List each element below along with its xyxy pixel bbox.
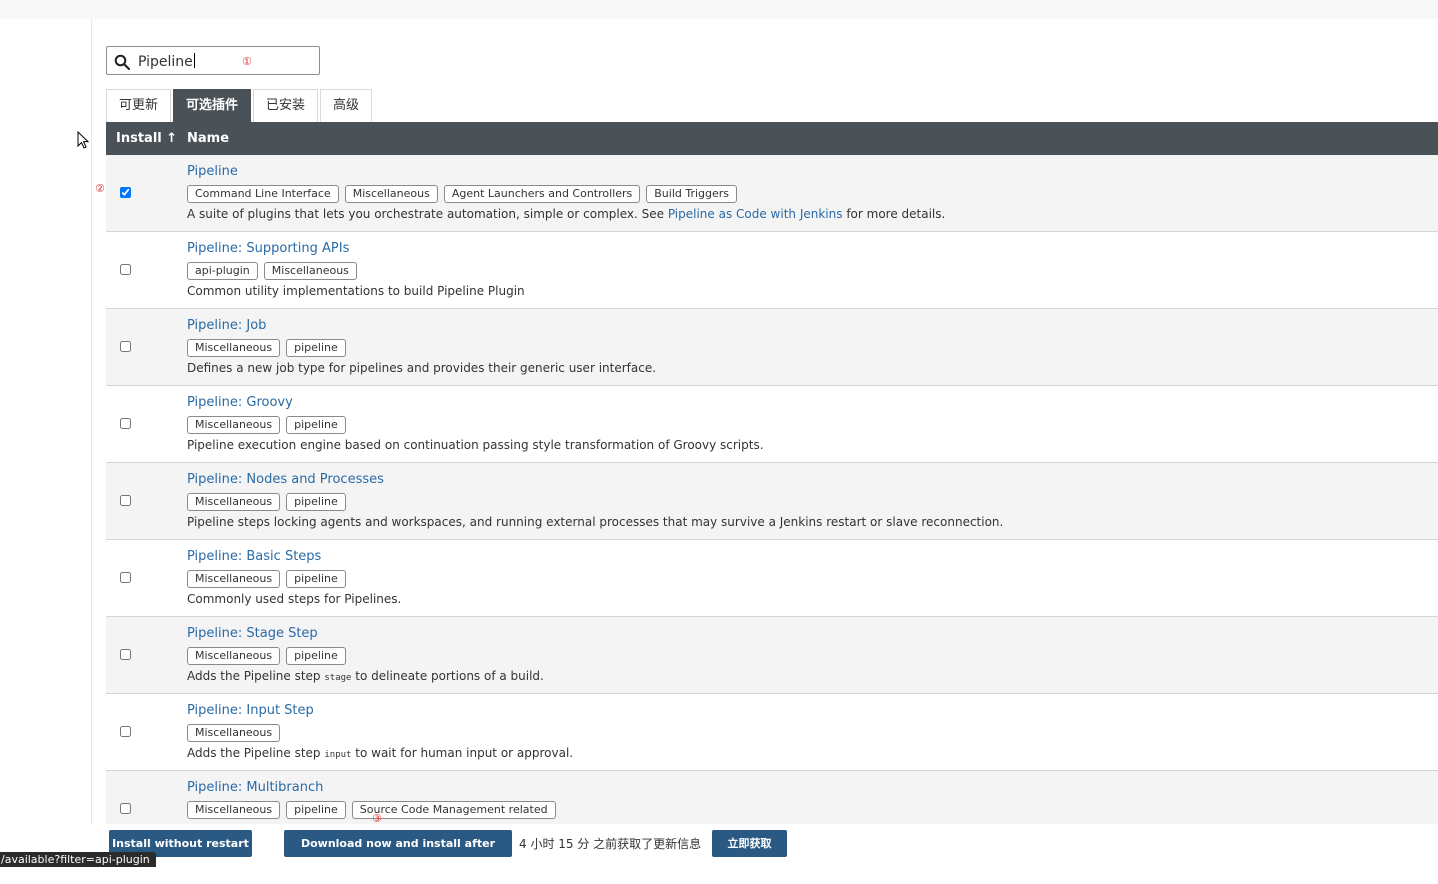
plugin-name-link[interactable]: Pipeline: Multibranch <box>187 780 323 795</box>
text-caret <box>193 53 195 68</box>
plugin-table-header: Install ↑ Name <box>106 122 1438 155</box>
install-column-header[interactable]: Install ↑ <box>116 131 177 146</box>
category-tag[interactable]: pipeline <box>286 339 346 357</box>
plugin-search-box[interactable]: Pipeline <box>106 46 320 75</box>
search-input[interactable]: Pipeline <box>138 53 195 70</box>
plugin-name-link[interactable]: Pipeline: Groovy <box>187 395 293 410</box>
category-tag[interactable]: Miscellaneous <box>263 262 357 280</box>
tab-installed[interactable]: 已安装 <box>253 89 319 122</box>
pipeline-as-code-link[interactable]: Pipeline as Code with Jenkins <box>668 207 843 221</box>
search-icon <box>114 54 130 70</box>
download-install-after-restart-button[interactable]: Download now and install after restart <box>284 830 512 877</box>
mouse-pointer-icon <box>77 131 89 149</box>
annotation-marker-2: ② <box>95 182 105 195</box>
category-tag[interactable]: Source Code Management related <box>351 801 556 819</box>
update-info-text: 4 小时 15 分 之前获取了更新信息 <box>519 837 702 851</box>
install-checkbox[interactable] <box>120 495 131 506</box>
table-row: Pipeline: Stage Step Miscellaneous pipel… <box>106 617 1438 694</box>
category-tag[interactable]: Miscellaneous <box>187 570 281 588</box>
tab-available[interactable]: 可选插件 <box>173 89 252 122</box>
tab-updates[interactable]: 可更新 <box>106 89 172 122</box>
category-tag[interactable]: Build Triggers <box>646 185 738 203</box>
annotation-marker-3: ③ <box>372 812 382 825</box>
plugin-tags: Miscellaneous <box>187 724 286 742</box>
plugin-tags: Miscellaneous pipeline <box>187 647 352 665</box>
install-checkbox[interactable] <box>120 418 131 429</box>
plugin-name-link[interactable]: Pipeline <box>187 164 238 179</box>
install-checkbox[interactable] <box>120 264 131 275</box>
category-tag[interactable]: Miscellaneous <box>187 724 281 742</box>
table-row: Pipeline: Groovy Miscellaneous pipeline … <box>106 386 1438 463</box>
plugin-description: Adds the Pipeline step input to wait for… <box>187 746 574 760</box>
plugin-description: Common utility implementations to build … <box>187 284 525 298</box>
install-checkbox[interactable] <box>120 572 131 583</box>
category-tag[interactable]: Command Line Interface <box>187 185 339 203</box>
category-tag[interactable]: Miscellaneous <box>187 416 281 434</box>
plugin-tags: Command Line Interface Miscellaneous Age… <box>187 185 743 203</box>
plugin-name-link[interactable]: Pipeline: Basic Steps <box>187 549 321 564</box>
plugin-tags: Miscellaneous pipeline <box>187 493 352 511</box>
step-name-code: stage <box>324 673 352 683</box>
plugin-table-body: Pipeline Command Line Interface Miscella… <box>106 155 1438 848</box>
plugin-description: Pipeline execution engine based on conti… <box>187 438 764 452</box>
category-tag[interactable]: Miscellaneous <box>187 647 281 665</box>
table-row: Pipeline: Nodes and Processes Miscellane… <box>106 463 1438 540</box>
plugin-name-link[interactable]: Pipeline: Stage Step <box>187 626 318 641</box>
plugin-name-link[interactable]: Pipeline: Job <box>187 318 266 333</box>
plugin-name-link[interactable]: Pipeline: Nodes and Processes <box>187 472 384 487</box>
plugin-description: Pipeline steps locking agents and worksp… <box>187 515 1004 529</box>
category-tag[interactable]: pipeline <box>286 493 346 511</box>
plugin-description: Defines a new job type for pipelines and… <box>187 361 657 375</box>
table-row: Pipeline: Supporting APIs api-plugin Mis… <box>106 232 1438 309</box>
annotation-marker-1: ① <box>242 55 252 68</box>
category-tag[interactable]: api-plugin <box>187 262 258 280</box>
category-tag[interactable]: pipeline <box>286 647 346 665</box>
top-bar <box>0 0 1438 19</box>
check-now-button[interactable]: 立即获取 <box>712 830 787 857</box>
plugin-description: Adds the Pipeline step stage to delineat… <box>187 669 544 683</box>
plugin-manager-tabs: 可更新 可选插件 已安装 高级 <box>106 89 374 122</box>
install-checkbox[interactable] <box>120 341 131 352</box>
category-tag[interactable]: Miscellaneous <box>344 185 438 203</box>
tab-advanced[interactable]: 高级 <box>320 89 373 122</box>
table-row: Pipeline: Job Miscellaneous pipeline Def… <box>106 309 1438 386</box>
category-tag[interactable]: pipeline <box>286 416 346 434</box>
plugin-name-link[interactable]: Pipeline: Input Step <box>187 703 314 718</box>
category-tag[interactable]: pipeline <box>286 570 346 588</box>
category-tag[interactable]: Agent Launchers and Controllers <box>443 185 641 203</box>
install-checkbox[interactable] <box>120 649 131 660</box>
plugin-description: A suite of plugins that lets you orchest… <box>187 207 946 221</box>
table-row: Pipeline: Basic Steps Miscellaneous pipe… <box>106 540 1438 617</box>
plugin-tags: api-plugin Miscellaneous <box>187 262 363 280</box>
plugin-tags: Miscellaneous pipeline <box>187 416 352 434</box>
install-checkbox[interactable] <box>120 726 131 737</box>
category-tag[interactable]: Miscellaneous <box>187 339 281 357</box>
table-row: Pipeline Command Line Interface Miscella… <box>106 155 1438 232</box>
category-tag[interactable]: Miscellaneous <box>187 493 281 511</box>
category-tag[interactable]: pipeline <box>286 801 346 819</box>
plugin-tags: Miscellaneous pipeline <box>187 339 352 357</box>
status-bar-url: /available?filter=api-plugin <box>0 852 156 867</box>
table-row: Pipeline: Input Step Miscellaneous Adds … <box>106 694 1438 771</box>
install-action-bar: Install without restart Download now and… <box>91 824 1438 877</box>
side-panel-divider <box>91 19 92 867</box>
plugin-name-link[interactable]: Pipeline: Supporting APIs <box>187 241 349 256</box>
plugin-tags: Miscellaneous pipeline <box>187 570 352 588</box>
name-column-header[interactable]: Name <box>187 131 229 146</box>
plugin-description: Commonly used steps for Pipelines. <box>187 592 402 606</box>
install-checkbox[interactable] <box>120 803 131 814</box>
category-tag[interactable]: Miscellaneous <box>187 801 281 819</box>
install-checkbox[interactable] <box>120 187 131 198</box>
step-name-code: input <box>324 750 352 760</box>
